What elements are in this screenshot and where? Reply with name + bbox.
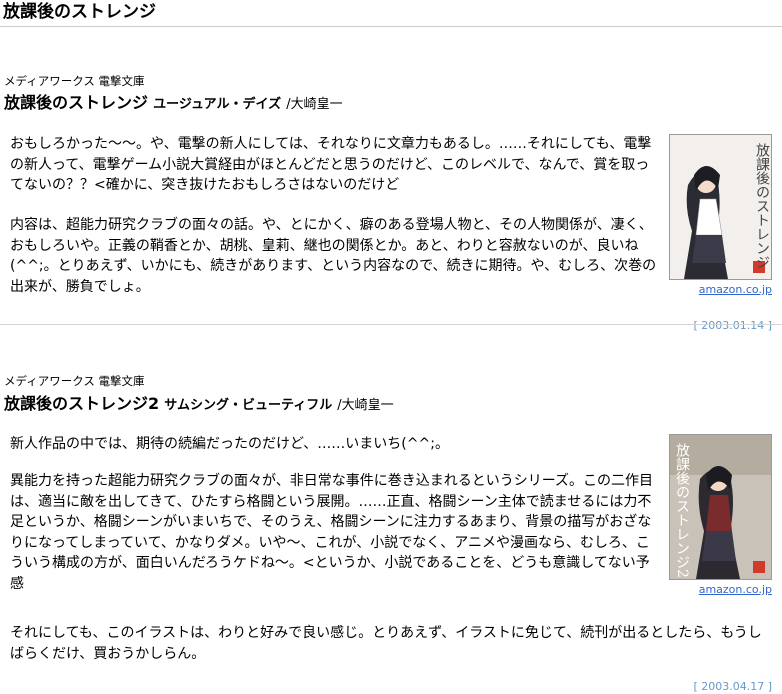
book-subtitle: サムシング・ビューティフル bbox=[164, 398, 333, 413]
post-date: [ 2003.01.14 ] bbox=[693, 319, 772, 332]
author: /大崎皇一 bbox=[337, 398, 394, 413]
book-cover-illustration: 放課後のストレンジ2 bbox=[670, 435, 771, 579]
book-title-line: 放課後のストレンジ2 サムシング・ビューティフル /大崎皇一 bbox=[4, 394, 394, 416]
book-cover-image[interactable]: 放課後のストレンジ2 bbox=[669, 434, 772, 580]
book-title: 放課後のストレンジ bbox=[4, 93, 149, 112]
review-divider bbox=[0, 324, 782, 325]
page-title: 放課後のストレンジ bbox=[3, 2, 156, 22]
review-paragraph: それにしても、このイラストは、わりと好みで良い感じ。とりあえず、イラストに免じて… bbox=[10, 625, 762, 662]
review-paragraph: おもしろかった〜〜。や、電撃の新人にしては、それなりに文章力もあるし。……それに… bbox=[10, 136, 652, 193]
page-header: 放課後のストレンジ bbox=[0, 0, 782, 27]
book-subtitle: ユージュアル・デイズ bbox=[153, 97, 282, 112]
book-cover-illustration: 放課後のストレンジ bbox=[670, 135, 771, 279]
amazon-link[interactable]: amazon.co.jp bbox=[699, 283, 772, 297]
author: /大崎皇一 bbox=[286, 97, 343, 112]
publisher: メディアワークス 電撃文庫 bbox=[4, 74, 145, 88]
book-title: 放課後のストレンジ2 bbox=[4, 394, 160, 413]
publisher: メディアワークス 電撃文庫 bbox=[4, 374, 145, 388]
review-paragraph: 異能力を持った超能力研究クラブの面々が、非日常な事件に巻き込まれるというシリーズ… bbox=[10, 473, 654, 592]
amazon-link[interactable]: amazon.co.jp bbox=[699, 583, 772, 597]
book-cover-image[interactable]: 放課後のストレンジ bbox=[669, 134, 772, 280]
post-date: [ 2003.04.17 ] bbox=[693, 680, 772, 693]
cover-title-text: 放課後のストレンジ2 bbox=[674, 443, 690, 578]
book-title-line: 放課後のストレンジ ユージュアル・デイズ /大崎皇一 bbox=[4, 93, 343, 115]
cover-title-text: 放課後のストレンジ bbox=[754, 143, 770, 269]
review-paragraph: 内容は、超能力研究クラブの面々の話。や、とにかく、癖のある登場人物と、その人物関… bbox=[10, 217, 657, 295]
review-paragraph: 新人作品の中では、期待の続編だったのだけど、……いまいち(^^;。 bbox=[10, 436, 449, 452]
